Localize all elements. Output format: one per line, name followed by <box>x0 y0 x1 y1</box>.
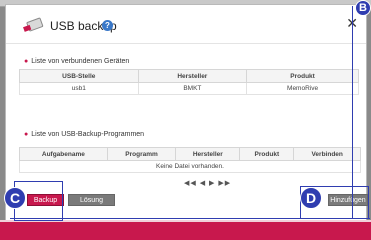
column-header: Produkt <box>239 147 295 161</box>
table-cell: usb1 <box>19 82 139 95</box>
table-header-row: USB-Stelle Hersteller Produkt <box>19 69 359 83</box>
bullet-icon: ● <box>24 58 29 65</box>
column-header: Produkt <box>246 69 359 83</box>
section-title-backup-programs: ● Liste von USB-Backup-Programmen <box>24 131 144 138</box>
column-header: Hersteller <box>175 147 241 161</box>
annotation-marker-b: B <box>355 0 371 16</box>
empty-message: Keine Datei vorhanden. <box>19 160 361 173</box>
column-header: Aufgabename <box>19 147 108 161</box>
help-icon[interactable]: ? <box>102 20 113 31</box>
annotation-marker-d: D <box>300 187 322 209</box>
usb-stick-icon <box>23 17 44 32</box>
pagination-arrows[interactable]: ◀◀ ◀ ▶ ▶▶ <box>184 179 231 187</box>
footer-bar <box>0 222 371 240</box>
column-header: Programm <box>106 147 177 161</box>
backup-programs-table: Aufgabename Programm Hersteller Produkt … <box>19 147 361 173</box>
loesung-button[interactable]: Lösung <box>68 194 115 206</box>
table-row[interactable]: usb1 BMKT MemoRive <box>19 82 359 95</box>
section-title-connected-devices: ● Liste von verbundenen Geräten <box>24 58 129 65</box>
annotation-marker-c: C <box>4 187 26 209</box>
bullet-icon: ● <box>24 131 29 138</box>
table-cell: BMKT <box>137 82 248 95</box>
column-header: USB-Stelle <box>19 69 139 83</box>
section-title-text: Liste von verbundenen Geräten <box>31 58 130 65</box>
table-cell: MemoRive <box>246 82 359 95</box>
column-header: Hersteller <box>137 69 248 83</box>
table-header-row: Aufgabename Programm Hersteller Produkt … <box>19 147 361 161</box>
table-row: Keine Datei vorhanden. <box>19 160 361 173</box>
column-header: Verbinden <box>293 147 361 161</box>
section-title-text: Liste von USB-Backup-Programmen <box>31 131 145 138</box>
dialog-header: USB backup ? ✕ <box>6 5 366 44</box>
devices-table: USB-Stelle Hersteller Produkt usb1 BMKT … <box>19 69 359 95</box>
